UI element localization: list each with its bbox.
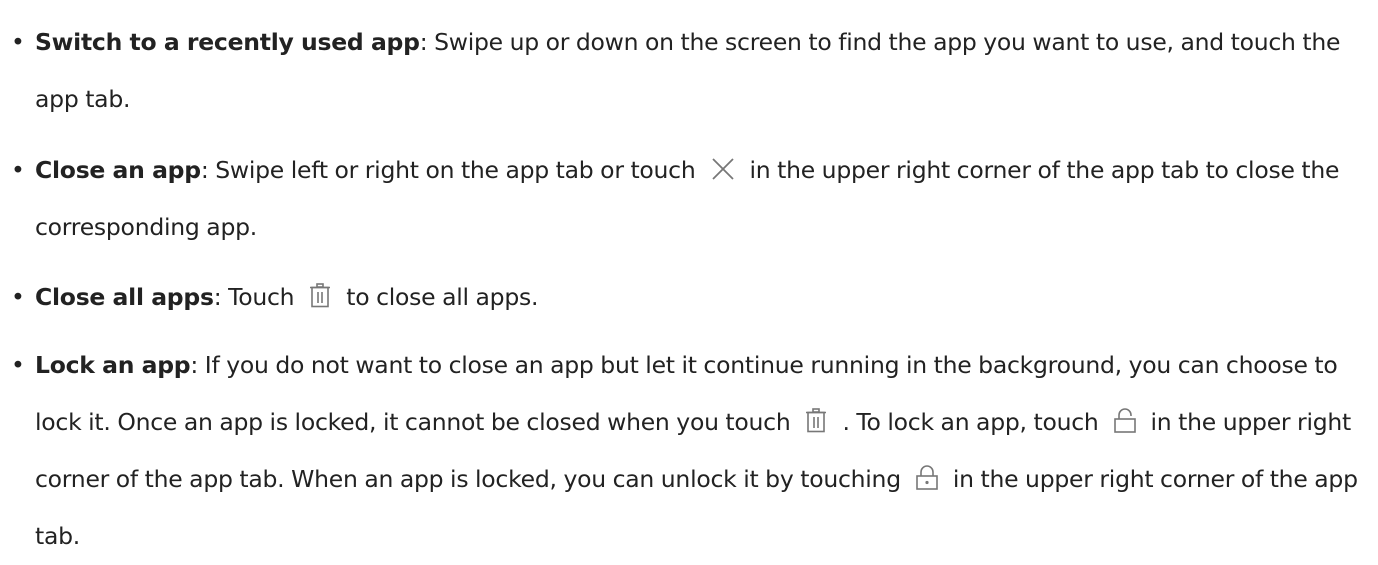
bullet-dot: • xyxy=(11,28,25,56)
bullet-dot: • xyxy=(11,156,25,184)
term-switch-app: Switch to a recently used app xyxy=(35,28,420,56)
trash-icon xyxy=(804,407,828,434)
document-page: • Switch to a recently used app: Swipe up… xyxy=(0,14,1378,565)
desc-lock-2: . To lock an app, touch xyxy=(842,408,1099,436)
bullet-switch-app: • Switch to a recently used app: Swipe up… xyxy=(10,14,1370,128)
bullet-lock-app: • Lock an app: If you do not want to clos… xyxy=(10,337,1370,565)
unlocked-padlock-icon xyxy=(1113,407,1137,434)
bullet-list: • Switch to a recently used app: Swipe up… xyxy=(10,14,1370,565)
desc-lock-1: : If you do not want to close an app but… xyxy=(35,351,1338,436)
term-close-all-apps: Close all apps xyxy=(35,283,214,311)
trash-icon xyxy=(308,282,332,309)
term-lock-app: Lock an app xyxy=(35,351,191,379)
bullet-dot: • xyxy=(11,351,25,379)
bullet-close-all-apps: • Close all apps: Touch to close all apps. xyxy=(10,271,1370,323)
desc-close-app-before: : Swipe left or right on the app tab or … xyxy=(200,156,696,184)
close-x-icon xyxy=(710,156,736,182)
locked-padlock-icon xyxy=(915,464,939,491)
desc-close-all-after: to close all apps. xyxy=(346,283,539,311)
bullet-dot: • xyxy=(11,283,25,311)
term-close-app: Close an app xyxy=(35,156,201,184)
desc-close-all-before: : Touch xyxy=(213,283,295,311)
bullet-close-app: • Close an app: Swipe left or right on th… xyxy=(10,142,1370,256)
